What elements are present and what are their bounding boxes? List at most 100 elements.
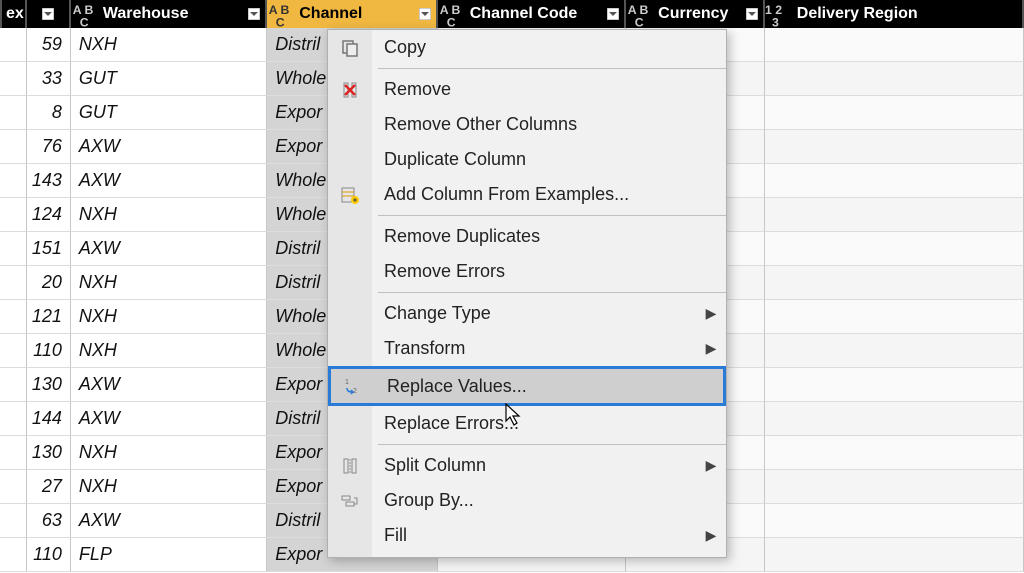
cell-ex[interactable] <box>0 164 27 198</box>
filter-dropdown-icon[interactable] <box>602 0 624 28</box>
cell-index[interactable]: 124 <box>27 198 71 232</box>
filter-dropdown-icon[interactable] <box>37 0 59 28</box>
cell-ex[interactable] <box>0 436 27 470</box>
datatype-text-icon: A BC <box>438 0 466 28</box>
col-header-filter-0[interactable] <box>27 0 71 28</box>
cell-delivery-region[interactable] <box>765 164 1024 198</box>
col-header-ex[interactable]: ex <box>0 0 27 28</box>
cell-ex[interactable] <box>0 266 27 300</box>
cell-warehouse[interactable]: NXH <box>71 470 267 504</box>
menu-item-split-column[interactable]: Split Column ▶ <box>328 448 726 483</box>
menu-item-fill[interactable]: Fill ▶ <box>328 518 726 553</box>
filter-dropdown-icon[interactable] <box>741 0 763 28</box>
menu-item-replace-values[interactable]: 12 Replace Values... <box>328 366 726 406</box>
cell-index[interactable]: 27 <box>27 470 71 504</box>
cell-ex[interactable] <box>0 232 27 266</box>
menu-item-remove-duplicates[interactable]: Remove Duplicates <box>328 219 726 254</box>
cell-delivery-region[interactable] <box>765 538 1024 572</box>
menu-item-remove-errors[interactable]: Remove Errors <box>328 254 726 289</box>
cell-delivery-region[interactable] <box>765 300 1024 334</box>
menu-item-copy[interactable]: Copy <box>328 30 726 65</box>
menu-item-group-by[interactable]: Group By... <box>328 483 726 518</box>
menu-item-remove-other[interactable]: Remove Other Columns <box>328 107 726 142</box>
cell-delivery-region[interactable] <box>765 28 1024 62</box>
cell-warehouse[interactable]: AXW <box>71 232 267 266</box>
cell-delivery-region[interactable] <box>765 232 1024 266</box>
cell-delivery-region[interactable] <box>765 266 1024 300</box>
cell-warehouse[interactable]: AXW <box>71 402 267 436</box>
cell-index[interactable]: 143 <box>27 164 71 198</box>
menu-item-add-from-examples[interactable]: Add Column From Examples... <box>328 177 726 212</box>
cell-warehouse[interactable]: AXW <box>71 164 267 198</box>
col-header-currency[interactable]: A BC Currency <box>626 0 765 28</box>
col-header-warehouse[interactable]: A BC Warehouse <box>71 0 267 28</box>
submenu-arrow-icon: ▶ <box>696 527 726 544</box>
cell-ex[interactable] <box>0 130 27 164</box>
cell-index[interactable]: 20 <box>27 266 71 300</box>
cell-index[interactable]: 59 <box>27 28 71 62</box>
cell-ex[interactable] <box>0 334 27 368</box>
cell-index[interactable]: 63 <box>27 504 71 538</box>
cell-delivery-region[interactable] <box>765 130 1024 164</box>
cell-index[interactable]: 144 <box>27 402 71 436</box>
cell-ex[interactable] <box>0 402 27 436</box>
col-header-channel-code[interactable]: A BC Channel Code <box>438 0 626 28</box>
cell-ex[interactable] <box>0 28 27 62</box>
cell-delivery-region[interactable] <box>765 334 1024 368</box>
cell-ex[interactable] <box>0 62 27 96</box>
menu-item-transform[interactable]: Transform ▶ <box>328 331 726 366</box>
cell-delivery-region[interactable] <box>765 504 1024 538</box>
cell-ex[interactable] <box>0 538 27 572</box>
cell-index[interactable]: 110 <box>27 538 71 572</box>
menu-item-label: Group By... <box>372 490 726 511</box>
cell-delivery-region[interactable] <box>765 62 1024 96</box>
menu-item-duplicate[interactable]: Duplicate Column <box>328 142 726 177</box>
cell-delivery-region[interactable] <box>765 198 1024 232</box>
cell-warehouse[interactable]: AXW <box>71 504 267 538</box>
cell-index[interactable]: 130 <box>27 436 71 470</box>
cell-ex[interactable] <box>0 300 27 334</box>
cell-warehouse[interactable]: FLP <box>71 538 267 572</box>
col-header-delivery-region[interactable]: 1 23 Delivery Region <box>765 0 1024 28</box>
cell-index[interactable]: 151 <box>27 232 71 266</box>
cell-warehouse[interactable]: NXH <box>71 198 267 232</box>
cell-warehouse[interactable]: NXH <box>71 266 267 300</box>
cell-warehouse[interactable]: NXH <box>71 334 267 368</box>
menu-separator <box>378 215 726 216</box>
cell-delivery-region[interactable] <box>765 96 1024 130</box>
cell-ex[interactable] <box>0 470 27 504</box>
menu-item-replace-errors[interactable]: Replace Errors... <box>328 406 726 441</box>
cell-ex[interactable] <box>0 96 27 130</box>
cell-ex[interactable] <box>0 504 27 538</box>
filter-dropdown-icon[interactable] <box>243 0 265 28</box>
cell-warehouse[interactable]: NXH <box>71 436 267 470</box>
cell-warehouse[interactable]: AXW <box>71 130 267 164</box>
menu-item-label: Replace Values... <box>375 376 723 397</box>
filter-dropdown-icon[interactable] <box>414 0 436 28</box>
cell-warehouse[interactable]: AXW <box>71 368 267 402</box>
col-header-channel[interactable]: A BC Channel <box>267 0 438 28</box>
submenu-arrow-icon: ▶ <box>696 457 726 474</box>
cell-delivery-region[interactable] <box>765 368 1024 402</box>
cell-index[interactable]: 8 <box>27 96 71 130</box>
menu-item-change-type[interactable]: Change Type ▶ <box>328 296 726 331</box>
submenu-arrow-icon: ▶ <box>696 340 726 357</box>
cell-index[interactable]: 76 <box>27 130 71 164</box>
cell-delivery-region[interactable] <box>765 436 1024 470</box>
cell-ex[interactable] <box>0 368 27 402</box>
cell-warehouse[interactable]: GUT <box>71 96 267 130</box>
cell-index[interactable]: 121 <box>27 300 71 334</box>
cell-warehouse[interactable]: NXH <box>71 28 267 62</box>
menu-item-label: Duplicate Column <box>372 149 726 170</box>
menu-item-remove[interactable]: Remove <box>328 72 726 107</box>
cell-warehouse[interactable]: NXH <box>71 300 267 334</box>
cell-index[interactable]: 110 <box>27 334 71 368</box>
cell-index[interactable]: 33 <box>27 62 71 96</box>
cell-ex[interactable] <box>0 198 27 232</box>
svg-text:1: 1 <box>345 379 349 386</box>
blank-icon <box>328 406 372 441</box>
cell-index[interactable]: 130 <box>27 368 71 402</box>
cell-warehouse[interactable]: GUT <box>71 62 267 96</box>
cell-delivery-region[interactable] <box>765 470 1024 504</box>
cell-delivery-region[interactable] <box>765 402 1024 436</box>
